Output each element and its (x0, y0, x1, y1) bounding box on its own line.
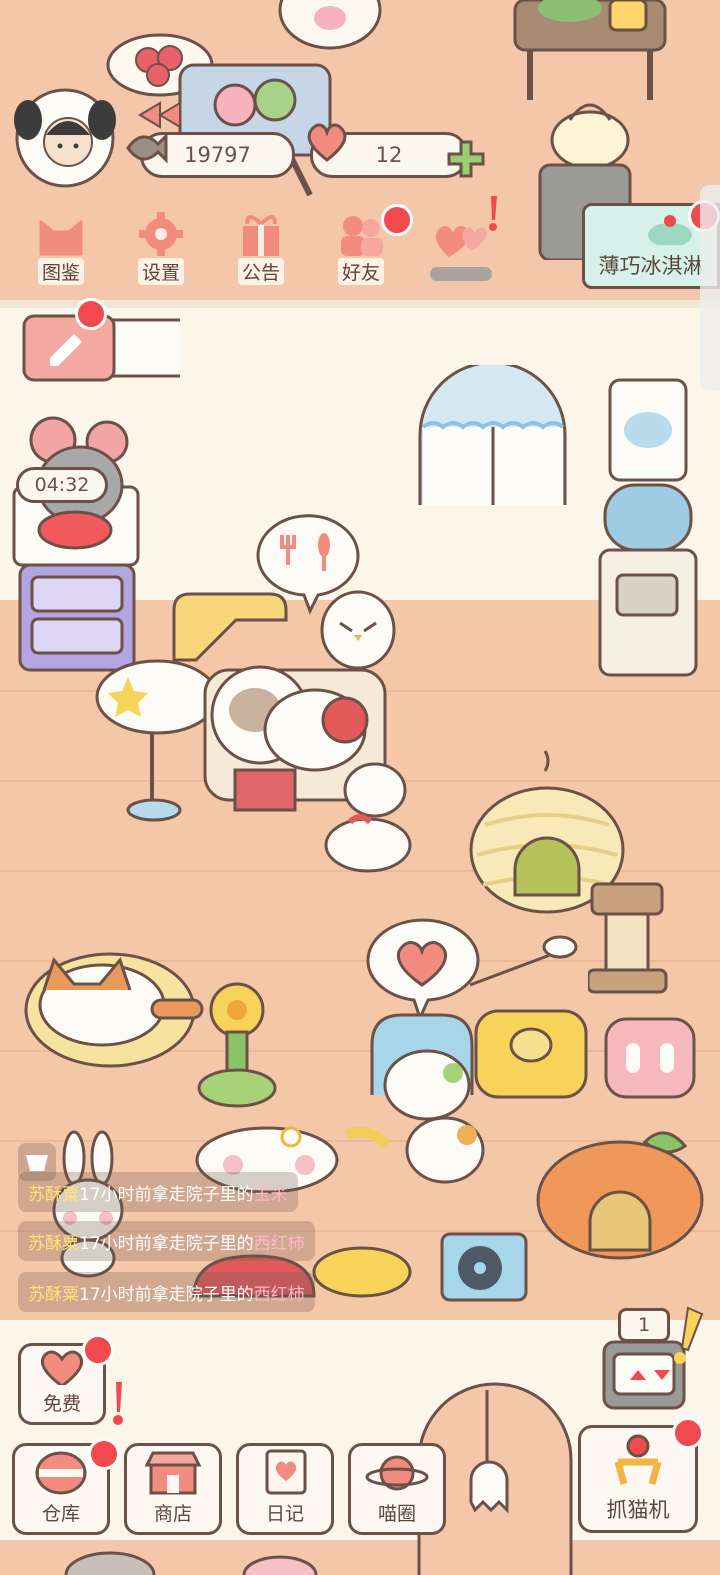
activity-log-entry: 苏酥粟 17小时前拿走院子里的 西红柿 (18, 1272, 315, 1312)
curtain-doorway (418, 365, 567, 505)
add-hearts-button[interactable] (445, 138, 487, 180)
wall-trim (0, 300, 720, 308)
gear-icon (139, 212, 183, 256)
nav-label: 喵圈 (377, 1503, 416, 1525)
player-avatar[interactable] (10, 80, 120, 190)
sleeping-calico-cat[interactable] (22, 940, 212, 1070)
log-message: 17小时前拿走院子里的 (79, 1233, 254, 1254)
diary-icon (265, 1449, 307, 1495)
exclamation-icon (674, 1306, 704, 1364)
heart-icon (40, 1350, 84, 1385)
log-message: 17小时前拿走院子里的 (79, 1184, 254, 1205)
game-scene: 19797 12 图鉴 设置 公告 好友 薄巧冰淇淋 04:32 苏酥粟 17小… (0, 0, 720, 1575)
log-item: 西红柿 (253, 1233, 305, 1254)
shop-icon (145, 1451, 201, 1495)
heart-currency-value: 12 (375, 143, 403, 167)
claw-count-value: 1 (637, 1314, 651, 1336)
storage-notification-badge (88, 1438, 120, 1470)
exclamation-icon (113, 1382, 123, 1425)
record-player (440, 1232, 528, 1302)
timer-value: 04:32 (34, 474, 90, 496)
nav-button-cat-circle[interactable]: 喵圈 (348, 1443, 446, 1535)
gift-icon (243, 215, 279, 256)
nav-label: 商店 (153, 1503, 192, 1525)
activity-log-entry: 苏酥粟 17小时前拿走院子里的 西红柿 (18, 1221, 315, 1261)
activity-log-entry: 苏酥粟 17小时前拿走院子里的 玉米 (18, 1172, 298, 1212)
planet-cat-icon (365, 1455, 429, 1491)
cat-timer: 04:32 (16, 467, 108, 503)
log-message: 17小时前拿走院子里的 (79, 1284, 254, 1305)
exclamation-icon (489, 196, 497, 231)
menu-button-announcement[interactable]: 公告 (218, 205, 304, 285)
menu-label: 图鉴 (37, 258, 84, 285)
log-item: 玉米 (253, 1184, 288, 1205)
menu-label: 公告 (237, 258, 284, 285)
hearts-icon (435, 226, 487, 257)
free-notification-badge (82, 1334, 114, 1366)
menu-label: 设置 (137, 258, 184, 285)
log-player-name: 苏酥粟 (28, 1233, 79, 1254)
heart-icon (307, 123, 347, 162)
nav-button-diary[interactable]: 日记 (236, 1443, 334, 1535)
log-player-name: 苏酥粟 (28, 1184, 79, 1205)
water-dispenser (598, 378, 698, 677)
nav-label: 仓库 (41, 1503, 80, 1525)
patchy-cat-pair[interactable] (345, 1045, 500, 1185)
plus-icon (447, 140, 485, 178)
flower-scratch-toy (197, 982, 277, 1108)
orange-cat-house (536, 1131, 704, 1260)
scratching-post (588, 882, 668, 994)
cat-paw-cushion (278, 0, 382, 50)
free-button-label: 免费 (42, 1393, 81, 1415)
menu-label: 好友 (337, 258, 384, 285)
claw-notification-badge (672, 1417, 704, 1449)
avatar (14, 88, 116, 188)
basket-icon (35, 1451, 87, 1495)
small-cat-group[interactable] (320, 750, 440, 880)
log-player-name: 苏酥粟 (28, 1284, 79, 1305)
hearts-progress-bar (430, 267, 492, 281)
fish-currency-value: 19797 (184, 143, 251, 167)
bottom-cats-peek (64, 1551, 318, 1575)
nav-button-shop[interactable]: 商店 (124, 1443, 222, 1535)
fish-icon (126, 132, 168, 164)
promo-sign-label: 薄巧冰淇淋 (598, 254, 704, 278)
nav-label: 日记 (265, 1503, 304, 1525)
menu-button-settings[interactable]: 设置 (118, 205, 204, 285)
claw-machine-count: 1 (618, 1308, 670, 1342)
claw-icon (614, 1434, 662, 1485)
menu-button-collection[interactable]: 图鉴 (18, 205, 104, 285)
cat-face-icon (39, 220, 83, 256)
claw-machine-label: 抓猫机 (606, 1498, 670, 1522)
log-item: 西红柿 (253, 1284, 305, 1305)
edit-notification-badge (75, 298, 107, 330)
friends-notification-badge (381, 204, 413, 236)
